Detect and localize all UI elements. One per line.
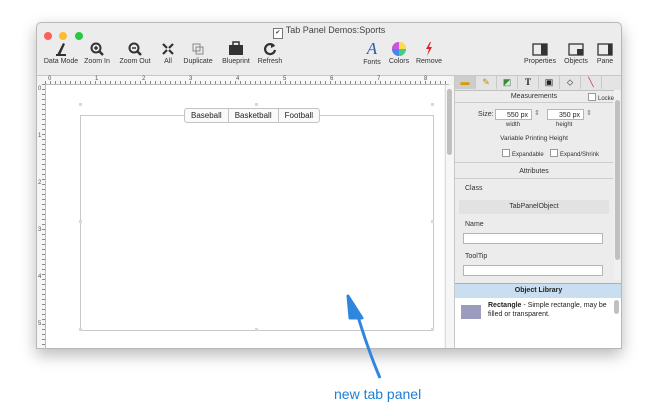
annotation-label: new tab panel — [334, 386, 422, 402]
annotation-arrow — [346, 294, 382, 379]
